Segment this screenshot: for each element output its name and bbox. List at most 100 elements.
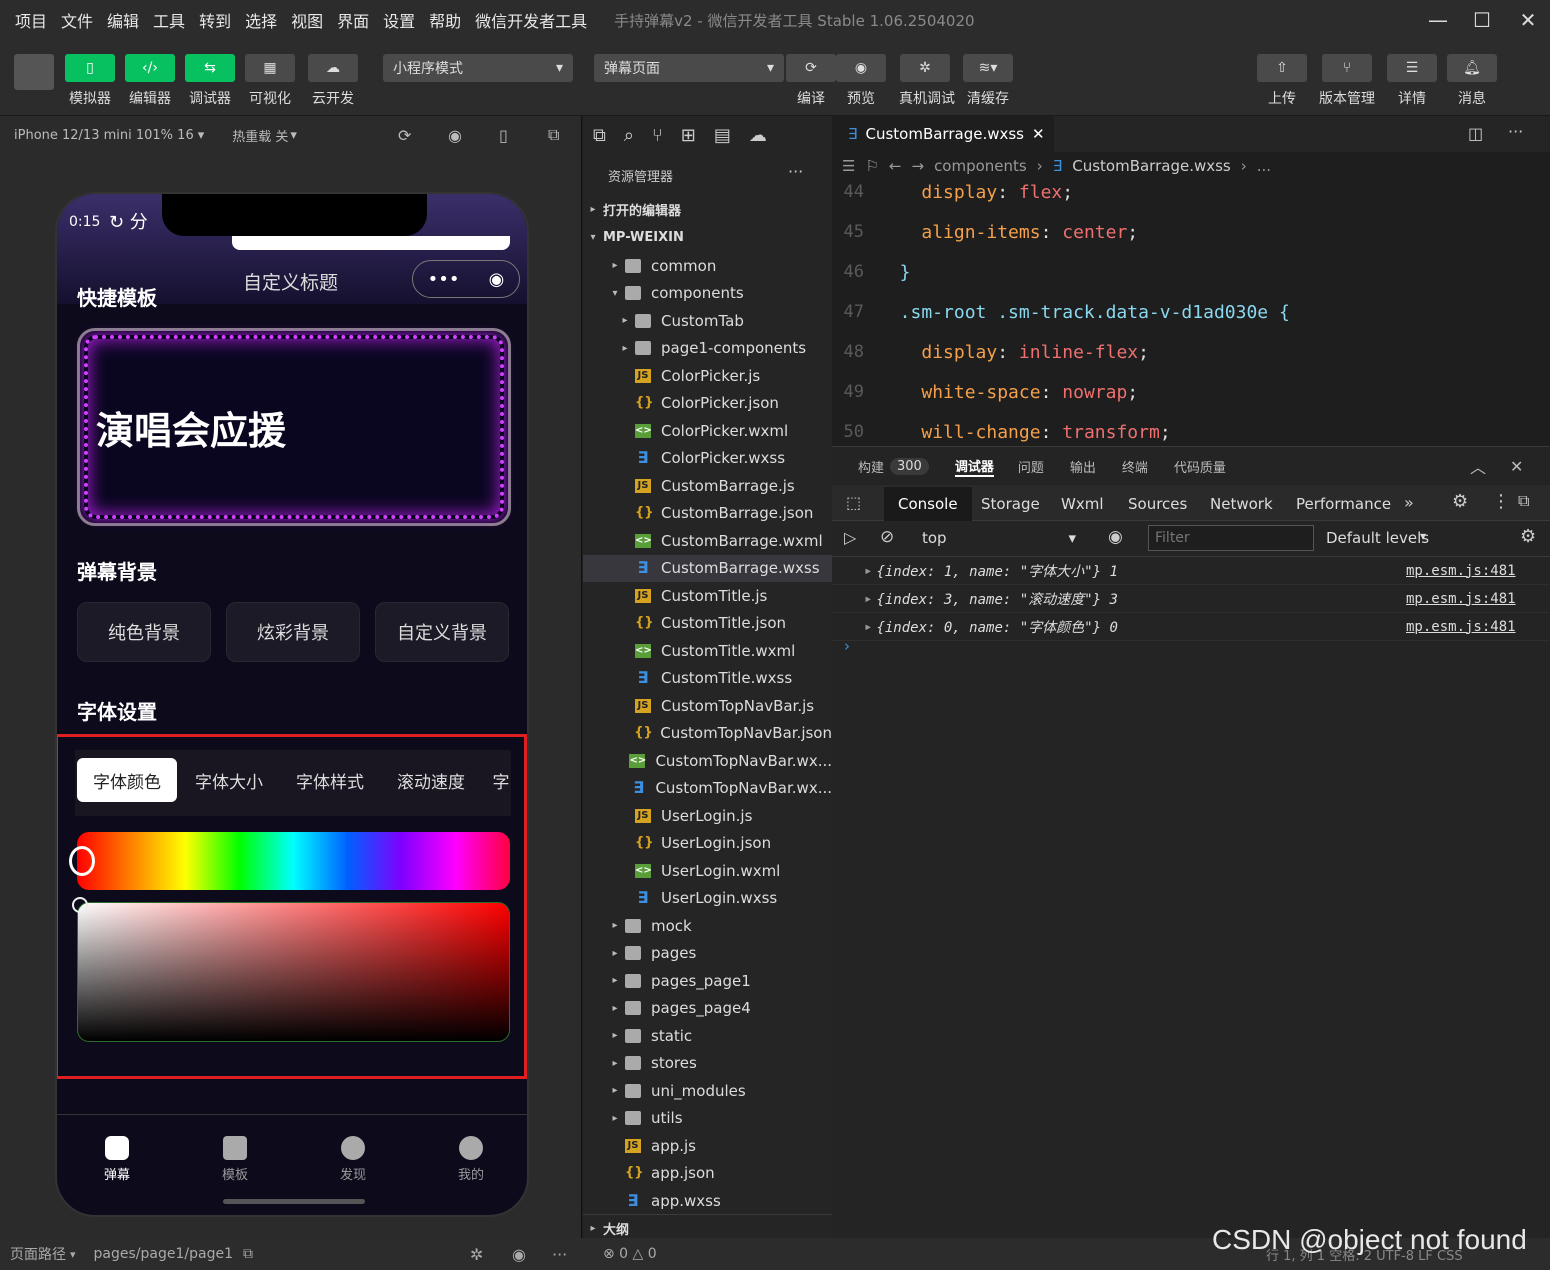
split-editor-icon[interactable]: ◫ xyxy=(1468,124,1483,143)
tab-output[interactable]: 输出 xyxy=(1070,457,1096,476)
tab-scroll-speed[interactable]: 滚动速度 xyxy=(383,758,479,802)
expand-icon[interactable]: ▸ xyxy=(864,591,872,607)
search-icon[interactable]: ⌕ xyxy=(624,125,634,146)
device-select[interactable]: iPhone 12/13 mini 101% 16 xyxy=(14,128,194,143)
tab-performance[interactable]: Performance xyxy=(1282,487,1405,521)
preview-button[interactable]: ◉ xyxy=(836,54,886,82)
tab-problems[interactable]: 问题 xyxy=(1018,457,1044,476)
eye-icon[interactable]: ◉ xyxy=(1108,527,1123,547)
tree-file[interactable]: ∃ ColorPicker.wxss xyxy=(583,445,832,473)
tree-file[interactable]: <> CustomTitle.wxml xyxy=(583,637,832,665)
console-entry[interactable]: ▸ {index: 1, name: "字体大小"} 1 mp.esm.js:481 xyxy=(832,557,1550,585)
messages-button[interactable]: 🔔︎ xyxy=(1447,54,1497,82)
close-mp-icon[interactable]: ◉ xyxy=(489,269,505,290)
collapse-icon[interactable]: ︿ xyxy=(1470,454,1486,478)
levels-select[interactable]: Default levels xyxy=(1326,529,1429,547)
tree-file[interactable]: {} UserLogin.json xyxy=(583,830,832,858)
more-icon[interactable]: ••• xyxy=(428,269,460,290)
console-source-link[interactable]: mp.esm.js:481 xyxy=(1406,563,1516,579)
tab-storage[interactable]: Storage xyxy=(967,487,1054,521)
upload-button[interactable]: ⇧ xyxy=(1257,54,1307,82)
more-tabs-icon[interactable]: » xyxy=(1404,493,1414,512)
stop-icon[interactable]: ◉ xyxy=(448,126,462,145)
tree-file[interactable]: JS CustomBarrage.js xyxy=(583,472,832,500)
tree-file[interactable]: <> ColorPicker.wxml xyxy=(583,417,832,445)
details-button[interactable]: ☰ xyxy=(1387,54,1437,82)
tab-code-quality[interactable]: 代码质量 xyxy=(1174,457,1226,476)
tree-folder[interactable]: ▸ CustomTab xyxy=(583,307,832,335)
popout-icon[interactable]: ⧉ xyxy=(548,125,559,145)
tab-console[interactable]: Console xyxy=(884,487,972,521)
tab-debugger[interactable]: 调试器 xyxy=(954,456,994,477)
filter-input[interactable] xyxy=(1148,525,1314,551)
mode-select[interactable]: 小程序模式 ▾ xyxy=(383,54,573,82)
inspect-icon[interactable]: ⬚ xyxy=(846,493,861,512)
tree-file[interactable]: {} CustomTitle.json xyxy=(583,610,832,638)
root-folder-header[interactable]: ▾ MP-WEIXIN xyxy=(583,224,832,252)
hot-reload-toggle[interactable]: 热重载 关 xyxy=(232,126,288,145)
files-icon[interactable]: ⧉ xyxy=(593,125,606,146)
menu-item[interactable]: 文件 xyxy=(54,8,100,32)
code-line[interactable]: 45 align-items: center; xyxy=(832,212,1550,252)
context-select[interactable]: top ▾ xyxy=(914,525,1084,551)
console-settings-icon[interactable]: ⚙ xyxy=(1520,526,1536,547)
sidebar-toggle-icon[interactable]: ▷ xyxy=(844,528,856,547)
copy-icon[interactable]: ⧉ xyxy=(243,1246,253,1262)
prompt-icon[interactable]: › xyxy=(844,637,850,655)
tab-font-size[interactable]: 字体大小 xyxy=(181,758,277,802)
editor-toggle-button[interactable]: ‹/› xyxy=(125,54,175,82)
cloud-dev-button[interactable]: ☁ xyxy=(308,54,358,82)
hue-slider-thumb[interactable] xyxy=(69,846,95,876)
menu-item[interactable]: 项目 xyxy=(8,8,54,32)
hue-slider[interactable] xyxy=(69,832,510,890)
menu-item[interactable]: 工具 xyxy=(146,8,192,32)
tabbar-item-templates[interactable]: 模板 xyxy=(205,1136,265,1183)
tab-overflow[interactable]: 字 xyxy=(489,758,513,802)
close-window-icon[interactable]: ✕ xyxy=(1506,0,1550,40)
capsule-menu[interactable]: ••• ◉ xyxy=(412,260,520,298)
kebab-icon[interactable]: ⋮ xyxy=(1492,491,1510,512)
tree-folder[interactable]: ▸ stores xyxy=(583,1050,832,1078)
tab-font-color[interactable]: 字体颜色 xyxy=(77,758,177,802)
settings-icon[interactable]: ⚙ xyxy=(1452,491,1468,512)
tabbar-item-barrage[interactable]: 弹幕 xyxy=(87,1136,147,1183)
tree-file[interactable]: {} app.json xyxy=(583,1160,832,1188)
remote-debug-button[interactable]: ✲ xyxy=(900,54,950,82)
menu-item[interactable]: 转到 xyxy=(192,8,238,32)
undock-icon[interactable]: ⧉ xyxy=(1518,491,1529,511)
minimize-icon[interactable]: — xyxy=(1416,0,1460,40)
tree-folder[interactable]: ▸ uni_modules xyxy=(583,1077,832,1105)
menu-item[interactable]: 帮助 xyxy=(422,8,468,32)
bug-icon[interactable]: ✲ xyxy=(470,1245,483,1264)
storage-icon[interactable]: ▤ xyxy=(714,125,731,146)
editor-tab[interactable]: ∃ CustomBarrage.wxss ✕ xyxy=(832,116,1054,152)
menu-item[interactable]: 编辑 xyxy=(100,8,146,32)
tabbar-item-discover[interactable]: 发现 xyxy=(323,1136,383,1183)
extensions-icon[interactable]: ⊞ xyxy=(681,125,696,146)
menu-item[interactable]: 界面 xyxy=(330,8,376,32)
more-icon[interactable]: ··· xyxy=(552,1245,567,1264)
tab-font-style[interactable]: 字体样式 xyxy=(282,758,378,802)
tree-file[interactable]: {} CustomBarrage.json xyxy=(583,500,832,528)
page-path-label[interactable]: 页面路径 xyxy=(10,1244,66,1264)
tree-file[interactable]: <> UserLogin.wxml xyxy=(583,857,832,885)
version-button[interactable]: ⑂ xyxy=(1322,54,1372,82)
tab-wxml[interactable]: Wxml xyxy=(1047,487,1118,521)
maximize-icon[interactable]: ☐ xyxy=(1460,0,1504,40)
tree-file[interactable]: ∃ CustomBarrage.wxss xyxy=(583,554,832,582)
menu-item[interactable]: 设置 xyxy=(376,8,422,32)
code-line[interactable]: 48 display: inline-flex; xyxy=(832,332,1550,372)
tree-file[interactable]: JS app.js xyxy=(583,1132,832,1160)
code-line[interactable]: 47 .sm-root .sm-track.data-v-d1ad030e { xyxy=(832,292,1550,332)
problem-counts[interactable]: ⊗ 0 △ 0 xyxy=(603,1246,657,1262)
clear-cache-button[interactable]: ≋▾ xyxy=(963,54,1013,82)
tab-terminal[interactable]: 终端 xyxy=(1122,457,1148,476)
saturation-thumb[interactable] xyxy=(72,897,88,913)
tree-folder[interactable]: ▸ utils xyxy=(583,1105,832,1133)
tab-sources[interactable]: Sources xyxy=(1114,487,1201,521)
plugin-icon[interactable]: ☁ xyxy=(749,125,767,146)
avatar[interactable] xyxy=(14,54,54,90)
tree-file[interactable]: JS UserLogin.js xyxy=(583,802,832,830)
custom-bg-button[interactable]: 自定义背景 xyxy=(375,602,509,662)
code-line[interactable]: 46 } xyxy=(832,252,1550,292)
